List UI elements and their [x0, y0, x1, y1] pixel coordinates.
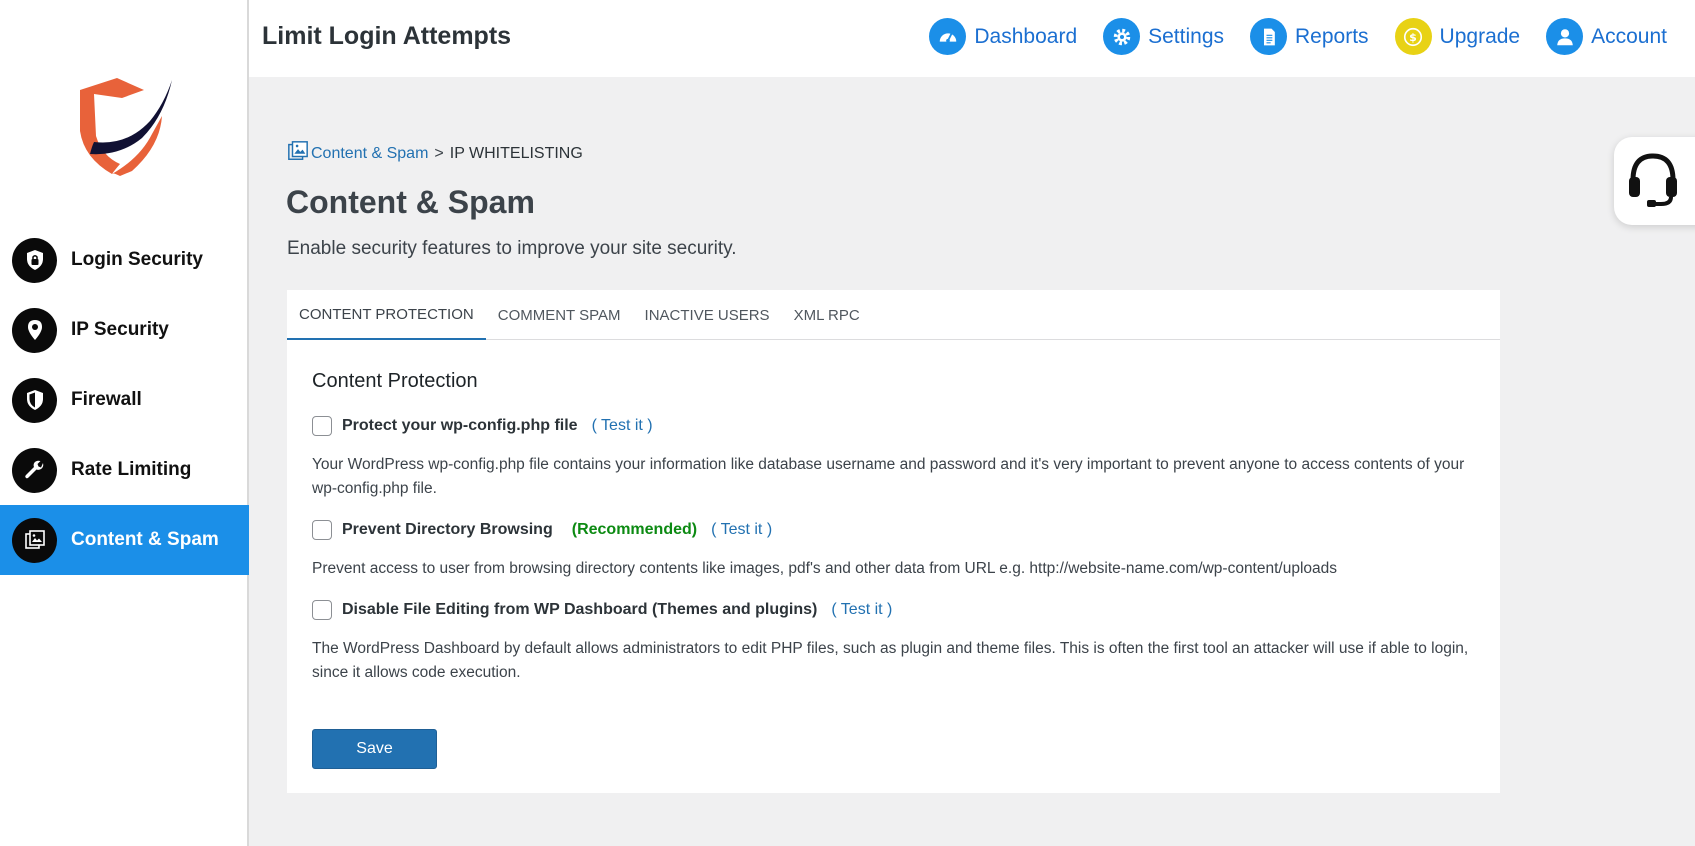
- recommended-badge: (Recommended): [571, 521, 698, 538]
- top-nav-account[interactable]: Account: [1546, 18, 1667, 55]
- top-nav-reports[interactable]: Reports: [1250, 18, 1369, 55]
- option-file-editing: Disable File Editing from WP Dashboard (…: [312, 597, 1477, 623]
- option-description: Prevent access to user from browsing dir…: [312, 560, 1338, 577]
- lock-shield-icon: [12, 237, 57, 283]
- headset-icon: [1627, 150, 1679, 213]
- gear-icon: [1103, 18, 1141, 55]
- sidebar-item-label: IP Security: [71, 319, 169, 340]
- tab-inactive-users[interactable]: INACTIVE USERS: [633, 290, 782, 340]
- tab-comment-spam[interactable]: COMMENT SPAM: [486, 290, 633, 340]
- shield-icon: [12, 377, 57, 423]
- breadcrumb: Content & Spam > IP WHITELISTING: [287, 140, 583, 167]
- svg-text:$: $: [1409, 31, 1417, 44]
- tab-content-protection[interactable]: CONTENT PROTECTION: [287, 290, 486, 340]
- shield-logo-icon: [72, 76, 182, 186]
- breadcrumb-current: IP WHITELISTING: [449, 144, 583, 162]
- location-pin-icon: [12, 307, 57, 353]
- wrench-icon: [12, 447, 57, 493]
- sidebar-item-firewall[interactable]: Firewall: [0, 365, 249, 435]
- top-header: Limit Login Attempts Dashboard Settings …: [249, 0, 1695, 77]
- sidebar-item-label: Content & Spam: [71, 529, 219, 550]
- top-nav-dashboard[interactable]: Dashboard: [929, 18, 1077, 55]
- content-protection-section: Content Protection Protect your wp-confi…: [312, 370, 1477, 701]
- section-title: Content Protection: [312, 370, 478, 392]
- top-nav-upgrade[interactable]: $ Upgrade: [1394, 18, 1520, 55]
- gallery-icon: [12, 517, 57, 563]
- document-icon: [1250, 18, 1288, 55]
- sidebar-item-label: Login Security: [71, 249, 203, 270]
- file-editing-checkbox[interactable]: [312, 600, 332, 620]
- test-it-link[interactable]: ( Test it ): [592, 417, 653, 435]
- sidebar-item-login-security[interactable]: Login Security: [0, 225, 249, 295]
- top-nav-settings[interactable]: Settings: [1103, 18, 1224, 55]
- option-description: The WordPress Dashboard by default allow…: [312, 640, 1469, 681]
- wp-config-checkbox[interactable]: [312, 416, 332, 436]
- top-nav: Dashboard Settings Reports $ Upgrade Acc…: [903, 18, 1667, 55]
- sidebar-nav: Login Security IP Security Firewall Rate…: [0, 225, 249, 575]
- save-button[interactable]: Save: [312, 729, 437, 769]
- option-directory-browsing: Prevent Directory Browsing (Recommended)…: [312, 517, 1477, 543]
- sidebar-item-label: Rate Limiting: [71, 459, 192, 480]
- dollar-coin-icon: $: [1394, 18, 1432, 55]
- tab-xml-rpc[interactable]: XML RPC: [782, 290, 872, 340]
- gallery-icon: [287, 140, 309, 167]
- user-icon: [1546, 18, 1584, 55]
- app-title: Limit Login Attempts: [262, 22, 512, 50]
- option-description: Your WordPress wp-config.php file contai…: [312, 456, 1465, 497]
- sidebar-item-content-spam[interactable]: Content & Spam: [0, 505, 249, 575]
- directory-browsing-checkbox[interactable]: [312, 520, 332, 540]
- option-label: Protect your wp-config.php file: [342, 417, 578, 434]
- option-label: Prevent Directory Browsing: [342, 521, 553, 538]
- tab-bar: CONTENT PROTECTION COMMENT SPAM INACTIVE…: [287, 290, 1500, 340]
- settings-panel: CONTENT PROTECTION COMMENT SPAM INACTIVE…: [287, 290, 1500, 793]
- sidebar-item-label: Firewall: [71, 389, 142, 410]
- option-label: Disable File Editing from WP Dashboard (…: [342, 601, 818, 618]
- page-subtitle: Enable security features to improve your…: [287, 238, 737, 259]
- sidebar-item-ip-security[interactable]: IP Security: [0, 295, 249, 365]
- test-it-link[interactable]: ( Test it ): [711, 521, 772, 539]
- sidebar-item-rate-limiting[interactable]: Rate Limiting: [0, 435, 249, 505]
- breadcrumb-link[interactable]: Content & Spam: [311, 145, 428, 163]
- test-it-link[interactable]: ( Test it ): [831, 601, 892, 619]
- support-widget[interactable]: [1614, 137, 1695, 225]
- sidebar: Login Security IP Security Firewall Rate…: [0, 0, 249, 846]
- breadcrumb-separator: >: [434, 144, 444, 162]
- speedometer-icon: [929, 18, 967, 55]
- page-title: Content & Spam: [286, 184, 535, 220]
- option-wp-config: Protect your wp-config.php file ( Test i…: [312, 413, 1477, 439]
